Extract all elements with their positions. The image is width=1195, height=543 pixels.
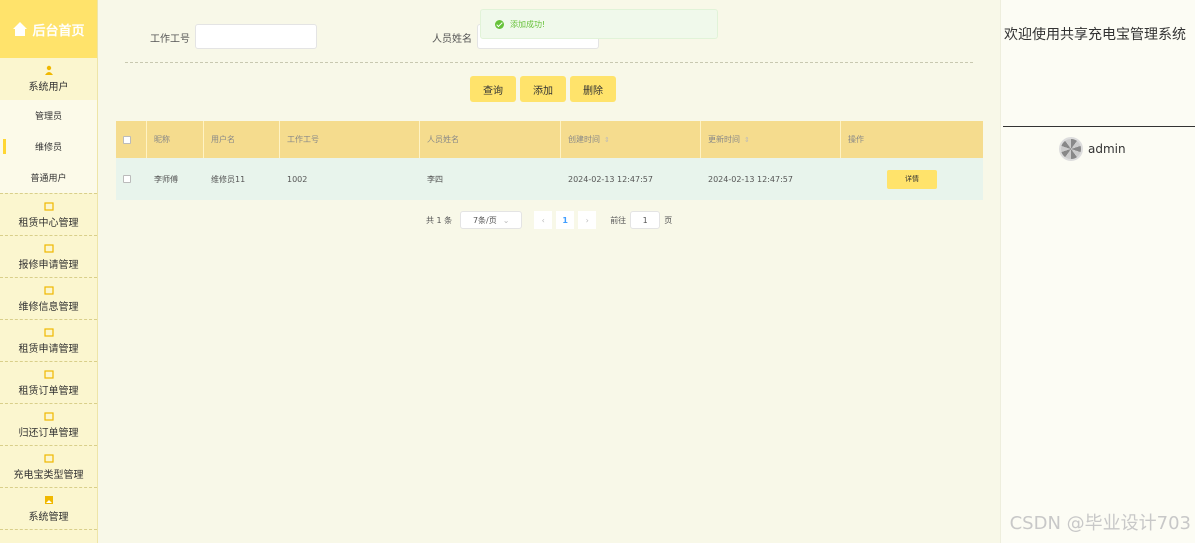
success-toast: 添加成功! bbox=[480, 9, 718, 39]
sidebar-group-return-order[interactable]: 归还订单管理 bbox=[0, 404, 97, 446]
home-icon bbox=[13, 22, 28, 36]
row-select-cell bbox=[116, 158, 147, 200]
sidebar-group-system-users[interactable]: 系统用户 bbox=[0, 58, 97, 100]
sidebar-group-label: 租赁申请管理 bbox=[18, 343, 79, 355]
avatar bbox=[1059, 137, 1083, 161]
sidebar-group-rental-order[interactable]: 租赁订单管理 bbox=[0, 362, 97, 404]
user-info[interactable]: admin bbox=[1059, 137, 1126, 161]
chevron-down-icon: ⌄ bbox=[502, 215, 510, 225]
header-label: 更新时间 bbox=[708, 135, 740, 144]
add-button[interactable]: 添加 bbox=[520, 76, 566, 102]
image-icon bbox=[44, 495, 53, 504]
logo-home[interactable]: 后台首页 bbox=[0, 0, 97, 58]
toast-message: 添加成功! bbox=[510, 19, 546, 29]
divider bbox=[125, 62, 973, 63]
header-label: 用户名 bbox=[211, 135, 235, 144]
header-label: 创建时间 bbox=[568, 135, 600, 144]
header-label: 工作工号 bbox=[287, 135, 319, 144]
goto-label: 前往 bbox=[610, 215, 627, 225]
cell-username: 维修员11 bbox=[211, 174, 246, 184]
folder-icon bbox=[43, 327, 54, 337]
cell-created: 2024-02-13 12:47:57 bbox=[568, 174, 653, 184]
sidebar-group-label: 维修信息管理 bbox=[18, 301, 79, 313]
main-content: 工作工号 人员姓名 添加成功! 查询 添加 删除 昵称 用户名 工作工号 人员姓… bbox=[98, 0, 1000, 543]
user-icon bbox=[44, 65, 53, 75]
sidebar-group-powerbank-type[interactable]: 充电宝类型管理 bbox=[0, 446, 97, 488]
header-nickname: 昵称 bbox=[147, 121, 204, 158]
header-label: 人员姓名 bbox=[427, 135, 459, 144]
right-panel: 欢迎使用共享充电宝管理系统 admin bbox=[1000, 0, 1195, 543]
sidebar-group-label: 租赁订单管理 bbox=[18, 385, 79, 397]
select-all-checkbox[interactable] bbox=[123, 135, 131, 144]
folder-icon bbox=[43, 411, 54, 421]
cell-work-no: 1002 bbox=[287, 174, 308, 184]
data-table: 昵称 用户名 工作工号 人员姓名 创建时间 ⇕ 更新时间 ⇕ 操作 李师傅 维修员1… bbox=[116, 121, 983, 200]
sidebar-group-rental-request[interactable]: 租赁申请管理 bbox=[0, 320, 97, 362]
sidebar-item-label: 普通用户 bbox=[30, 174, 67, 184]
delete-button[interactable]: 删除 bbox=[570, 76, 616, 102]
header-actions: 操作 bbox=[841, 121, 983, 158]
sidebar-group-system-management[interactable]: 系统管理 bbox=[0, 488, 97, 530]
prev-page-button[interactable]: ‹ bbox=[534, 211, 553, 229]
select-all-cell bbox=[116, 121, 147, 158]
next-page-button[interactable]: › bbox=[578, 211, 597, 229]
sidebar-item-normal-user[interactable]: 普通用户 bbox=[0, 162, 97, 193]
sidebar-item-label: 维修员 bbox=[34, 143, 62, 153]
header-updated[interactable]: 更新时间 ⇕ bbox=[701, 121, 841, 158]
action-buttons: 查询 添加 删除 bbox=[470, 76, 616, 102]
folder-icon bbox=[43, 369, 54, 379]
name-label: 人员姓名 bbox=[432, 34, 472, 45]
success-check-icon bbox=[495, 19, 504, 29]
sidebar-group-label: 报修申请管理 bbox=[18, 259, 79, 271]
sidebar-group-label: 充电宝类型管理 bbox=[13, 469, 84, 481]
work-no-input[interactable] bbox=[195, 24, 317, 49]
sidebar-item-repairer[interactable]: 维修员 bbox=[0, 131, 97, 162]
goto-page-input[interactable]: 1 bbox=[630, 211, 661, 229]
sidebar-group-label: 归还订单管理 bbox=[18, 427, 79, 439]
header-label: 操作 bbox=[848, 135, 864, 144]
cell-name: 李四 bbox=[427, 174, 443, 184]
table-row: 李师傅 维修员11 1002 李四 2024-02-13 12:47:57 20… bbox=[116, 158, 983, 200]
sidebar-item-label: 管理员 bbox=[34, 112, 62, 122]
sidebar-group-repair-request[interactable]: 报修申请管理 bbox=[0, 236, 97, 278]
work-no-label: 工作工号 bbox=[150, 34, 190, 45]
pagination: 共 1 条 7条/页 ⌄ ‹ 1 › 前往 1 页 bbox=[426, 211, 672, 229]
folder-icon bbox=[43, 243, 54, 253]
divider bbox=[1003, 126, 1195, 127]
cell-updated: 2024-02-13 12:47:57 bbox=[708, 174, 793, 184]
header-name: 人员姓名 bbox=[420, 121, 561, 158]
logo-label: 后台首页 bbox=[32, 23, 85, 39]
page-unit-label: 页 bbox=[664, 215, 673, 225]
folder-icon bbox=[43, 453, 54, 463]
sidebar-group-label: 租赁中心管理 bbox=[18, 217, 79, 229]
sidebar-item-admin[interactable]: 管理员 bbox=[0, 100, 97, 131]
header-work-no: 工作工号 bbox=[280, 121, 420, 158]
sidebar-group-rental-center[interactable]: 租赁中心管理 bbox=[0, 194, 97, 236]
welcome-title: 欢迎使用共享充电宝管理系统 bbox=[1004, 27, 1186, 43]
folder-icon bbox=[43, 201, 54, 211]
query-button[interactable]: 查询 bbox=[470, 76, 516, 102]
page-size-value: 7条/页 bbox=[472, 215, 497, 225]
sidebar-group-label: 系统管理 bbox=[28, 511, 69, 523]
username-label: admin bbox=[1088, 142, 1126, 156]
current-page[interactable]: 1 bbox=[556, 211, 575, 229]
folder-icon bbox=[43, 285, 54, 295]
pagination-total: 共 1 条 bbox=[426, 215, 453, 225]
detail-button[interactable]: 详情 bbox=[887, 169, 937, 189]
header-label: 昵称 bbox=[154, 135, 170, 144]
cell-actions: 详情 bbox=[841, 158, 983, 200]
sort-icon[interactable]: ⇕ bbox=[744, 136, 750, 144]
sidebar-group-repair-info[interactable]: 维修信息管理 bbox=[0, 278, 97, 320]
cell-nickname: 李师傅 bbox=[154, 174, 178, 184]
header-created[interactable]: 创建时间 ⇕ bbox=[561, 121, 701, 158]
sidebar-group-label: 系统用户 bbox=[28, 82, 69, 93]
table-header: 昵称 用户名 工作工号 人员姓名 创建时间 ⇕ 更新时间 ⇕ 操作 bbox=[116, 121, 983, 158]
header-username: 用户名 bbox=[204, 121, 280, 158]
page-size-select[interactable]: 7条/页 ⌄ bbox=[460, 211, 523, 229]
watermark: CSDN @毕业设计703 bbox=[1009, 513, 1191, 534]
sidebar: 后台首页 系统用户 管理员 维修员 普通用户 租赁中心管理 报修申请管理 维修信… bbox=[0, 0, 98, 543]
sort-icon[interactable]: ⇕ bbox=[604, 136, 610, 144]
row-checkbox[interactable] bbox=[123, 175, 131, 183]
